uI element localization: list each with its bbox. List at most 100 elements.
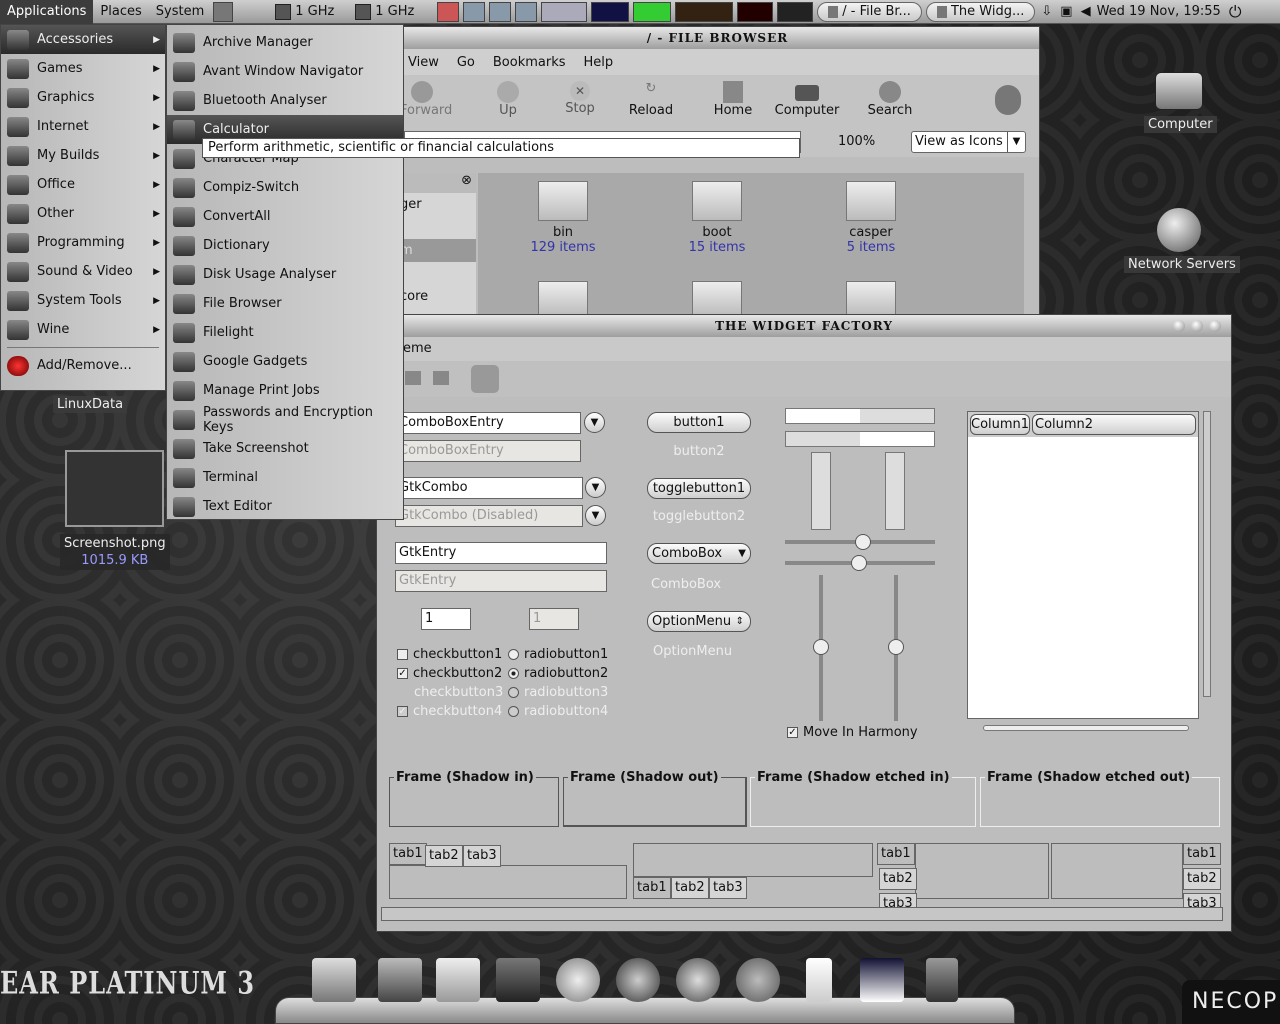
menu-go[interactable]: Go	[457, 55, 475, 70]
dock-firefox-icon[interactable]	[616, 958, 660, 1002]
gtkcombo[interactable]: GtkCombo	[395, 477, 583, 499]
close-pane-icon[interactable]: ⊗	[396, 173, 476, 193]
dock-mail-icon[interactable]	[676, 958, 720, 1002]
file-browser-titlebar[interactable]: / - FILE BROWSER	[396, 27, 1039, 49]
task-file-browser[interactable]: / - File Br...	[817, 1, 922, 22]
accessories-item-compiz-switch[interactable]: Compiz-Switch	[167, 173, 403, 202]
tab2[interactable]: tab2	[671, 877, 709, 899]
apps-item-system-tools[interactable]: System Tools ▶	[1, 286, 165, 315]
apps-item-office[interactable]: Office ▶	[1, 170, 165, 199]
workspace-switcher[interactable]	[541, 1, 588, 22]
screenshot-thumbnail[interactable]	[65, 450, 164, 527]
power-icon[interactable]: ⏻	[1229, 2, 1242, 22]
folder-icon[interactable]	[692, 281, 742, 317]
chevron-down-icon[interactable]: ▼	[585, 477, 606, 498]
network-servers-icon[interactable]	[1157, 208, 1201, 252]
folder-casper[interactable]: casper 5 items	[826, 225, 916, 255]
menu-bookmarks[interactable]: Bookmarks	[493, 55, 566, 70]
button1[interactable]: button1	[647, 412, 751, 433]
up-button[interactable]: Up	[486, 81, 530, 118]
apply-icon[interactable]	[471, 365, 499, 393]
menu-theme[interactable]: eme	[403, 341, 432, 356]
network-icon[interactable]	[489, 1, 512, 22]
menu-help[interactable]: Help	[584, 55, 614, 70]
combobox[interactable]: ComboBox ▼	[647, 543, 751, 564]
radiobutton2[interactable]: radiobutton2	[508, 664, 608, 683]
folder-icon[interactable]	[846, 181, 896, 221]
vscale[interactable]	[888, 575, 904, 721]
dock-editor-icon[interactable]	[436, 958, 480, 1002]
gtkentry[interactable]: GtkEntry	[395, 542, 607, 564]
accessories-item-file-browser[interactable]: File Browser	[167, 289, 403, 318]
move-in-harmony-check[interactable]: ✓ Move In Harmony	[787, 725, 918, 740]
maximize-button[interactable]	[1191, 320, 1203, 332]
dock-trash-icon[interactable]	[926, 958, 958, 1002]
search-button[interactable]: Search	[862, 81, 918, 118]
dock-home-icon[interactable]	[378, 958, 422, 1002]
folder-icon[interactable]	[538, 281, 588, 317]
side-pane-item[interactable]: core	[400, 285, 476, 308]
accessories-item-avant-window-navigator[interactable]: Avant Window Navigator	[167, 57, 403, 86]
tab2[interactable]: tab2	[879, 868, 917, 890]
linuxdata-label[interactable]: LinuxData	[53, 396, 128, 413]
tab1[interactable]: tab1	[389, 843, 427, 865]
accessories-item-text-editor[interactable]: Text Editor	[167, 492, 403, 521]
tab3[interactable]: tab3	[463, 845, 501, 867]
task-widget-factory[interactable]: The Widg...	[925, 1, 1036, 22]
accessories-item-manage-print-jobs[interactable]: Manage Print Jobs	[167, 376, 403, 405]
apps-item-sound-video[interactable]: Sound & Video ▶	[1, 257, 165, 286]
apps-item-graphics[interactable]: Graphics ▶	[1, 83, 165, 112]
apps-item-internet[interactable]: Internet ▶	[1, 112, 165, 141]
accessories-item-passwords-and-encryption-keys[interactable]: Passwords and Encryption Keys	[167, 405, 403, 435]
accessories-item-take-screenshot[interactable]: Take Screenshot	[167, 434, 403, 463]
optionmenu[interactable]: OptionMenu ⇕	[647, 611, 751, 632]
computer-label[interactable]: Computer	[1144, 116, 1217, 133]
tab1[interactable]: tab1	[1183, 843, 1221, 865]
add-remove-item[interactable]: Add/Remove...	[1, 351, 165, 380]
volume-icon[interactable]: ◀	[1081, 4, 1091, 19]
tab1[interactable]: tab1	[877, 843, 915, 865]
applications-menu[interactable]: Applications	[0, 0, 94, 24]
accessories-item-terminal[interactable]: Terminal	[167, 463, 403, 492]
clock[interactable]: Wed 19 Nov, 19:55	[1097, 4, 1221, 19]
apps-item-my-builds[interactable]: My Builds ▶	[1, 141, 165, 170]
folder-bin[interactable]: bin 129 items	[518, 225, 608, 255]
slider-knob[interactable]	[888, 639, 904, 655]
dock-screen-icon[interactable]	[860, 958, 904, 1002]
dock-folder-icon[interactable]	[312, 958, 356, 1002]
network-status-icon[interactable]: ▣	[1060, 4, 1072, 19]
vscale[interactable]	[813, 575, 829, 721]
computer-desktop-icon[interactable]	[1155, 72, 1203, 110]
window-icon[interactable]	[463, 1, 486, 22]
minimize-button[interactable]	[1173, 320, 1185, 332]
next-icon[interactable]	[433, 371, 449, 385]
accessories-item-archive-manager[interactable]: Archive Manager	[167, 28, 403, 57]
firefox-launcher-icon[interactable]	[437, 1, 460, 22]
reload-button[interactable]: ↻ Reload	[624, 81, 678, 118]
chevron-down-icon[interactable]: ▼	[584, 412, 605, 433]
forward-button[interactable]: Forward	[400, 81, 452, 118]
spinbutton[interactable]: 1	[421, 608, 471, 630]
folder-boot[interactable]: boot 15 items	[672, 225, 762, 255]
togglebutton1[interactable]: togglebutton1	[647, 478, 751, 499]
apps-item-programming[interactable]: Programming ▶	[1, 228, 165, 257]
column-header-1[interactable]: Column1	[970, 414, 1030, 435]
folder-icon[interactable]	[692, 181, 742, 221]
network-servers-label[interactable]: Network Servers	[1124, 256, 1240, 273]
prev-icon[interactable]	[405, 371, 421, 385]
accessories-item-filelight[interactable]: Filelight	[167, 318, 403, 347]
checkbutton2[interactable]: ✓ checkbutton2	[397, 664, 503, 683]
accessories-item-dictionary[interactable]: Dictionary	[167, 231, 403, 260]
menu-view[interactable]: View	[408, 55, 439, 70]
accessories-item-convertall[interactable]: ConvertAll	[167, 202, 403, 231]
home-button[interactable]: Home	[710, 81, 756, 118]
dock-shell-icon[interactable]	[556, 958, 600, 1002]
hscale[interactable]	[785, 534, 935, 550]
slider-knob[interactable]	[851, 555, 867, 571]
dock-ipod-icon[interactable]	[806, 958, 832, 1002]
tab1[interactable]: tab1	[633, 877, 671, 899]
dock-terminal-icon[interactable]	[496, 958, 540, 1002]
download-icon[interactable]: ⇩	[1041, 4, 1052, 19]
apps-item-wine[interactable]: Wine ▶	[1, 315, 165, 344]
launcher-icon[interactable]	[213, 1, 234, 22]
